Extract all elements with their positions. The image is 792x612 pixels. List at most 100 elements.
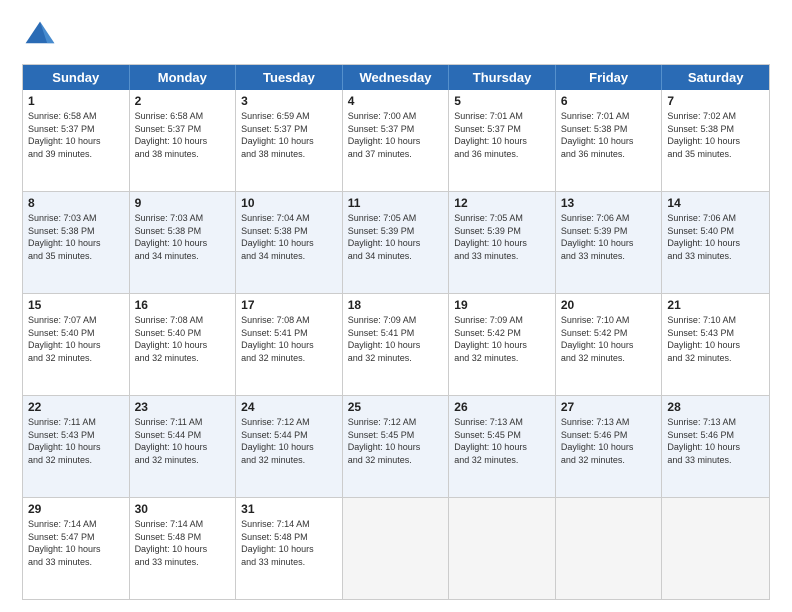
day-number: 17 — [241, 298, 337, 312]
day-number: 2 — [135, 94, 231, 108]
day-number: 24 — [241, 400, 337, 414]
day-info: Sunrise: 7:06 AM Sunset: 5:39 PM Dayligh… — [561, 212, 657, 262]
day-number: 11 — [348, 196, 444, 210]
calendar: SundayMondayTuesdayWednesdayThursdayFrid… — [22, 64, 770, 600]
day-info: Sunrise: 7:13 AM Sunset: 5:46 PM Dayligh… — [561, 416, 657, 466]
day-number: 4 — [348, 94, 444, 108]
weekday-header-thursday: Thursday — [449, 65, 556, 90]
logo-icon — [22, 18, 58, 54]
day-number: 9 — [135, 196, 231, 210]
day-info: Sunrise: 7:12 AM Sunset: 5:44 PM Dayligh… — [241, 416, 337, 466]
day-info: Sunrise: 7:07 AM Sunset: 5:40 PM Dayligh… — [28, 314, 124, 364]
day-number: 13 — [561, 196, 657, 210]
calendar-cell-24: 24 Sunrise: 7:12 AM Sunset: 5:44 PM Dayli… — [236, 396, 343, 497]
day-info: Sunrise: 7:13 AM Sunset: 5:46 PM Dayligh… — [667, 416, 764, 466]
calendar-cell-18: 18Sunrise: 7:09 AM Sunset: 5:41 PM Dayli… — [343, 294, 450, 395]
day-number: 27 — [561, 400, 657, 414]
calendar-cell-5: 5 Sunrise: 7:01 AM Sunset: 5:37 PM Daylig… — [449, 90, 556, 191]
calendar-cell-8: 8 Sunrise: 7:03 AM Sunset: 5:38 PM Daylig… — [23, 192, 130, 293]
calendar-cell-14: 14 Sunrise: 7:06 AM Sunset: 5:40 PM Dayli… — [662, 192, 769, 293]
day-number: 8 — [28, 196, 124, 210]
calendar-cell-29: 29Sunrise: 7:14 AM Sunset: 5:47 PM Dayli… — [23, 498, 130, 599]
day-number: 7 — [667, 94, 764, 108]
calendar-row-2: 8 Sunrise: 7:03 AM Sunset: 5:38 PM Daylig… — [23, 191, 769, 293]
day-number: 21 — [667, 298, 764, 312]
calendar-cell-empty — [449, 498, 556, 599]
day-info: Sunrise: 7:14 AM Sunset: 5:48 PM Dayligh… — [241, 518, 337, 568]
calendar-cell-30: 30Sunrise: 7:14 AM Sunset: 5:48 PM Dayli… — [130, 498, 237, 599]
day-number: 23 — [135, 400, 231, 414]
weekday-header-saturday: Saturday — [662, 65, 769, 90]
day-number: 6 — [561, 94, 657, 108]
calendar-cell-25: 25 Sunrise: 7:12 AM Sunset: 5:45 PM Dayli… — [343, 396, 450, 497]
day-info: Sunrise: 7:08 AM Sunset: 5:41 PM Dayligh… — [241, 314, 337, 364]
day-info: Sunrise: 6:58 AM Sunset: 5:37 PM Dayligh… — [135, 110, 231, 160]
calendar-cell-23: 23 Sunrise: 7:11 AM Sunset: 5:44 PM Dayli… — [130, 396, 237, 497]
day-info: Sunrise: 7:01 AM Sunset: 5:38 PM Dayligh… — [561, 110, 657, 160]
calendar-cell-empty — [662, 498, 769, 599]
calendar-row-5: 29Sunrise: 7:14 AM Sunset: 5:47 PM Dayli… — [23, 497, 769, 599]
day-info: Sunrise: 7:14 AM Sunset: 5:48 PM Dayligh… — [135, 518, 231, 568]
day-info: Sunrise: 7:12 AM Sunset: 5:45 PM Dayligh… — [348, 416, 444, 466]
calendar-row-1: 1Sunrise: 6:58 AM Sunset: 5:37 PM Daylig… — [23, 90, 769, 191]
calendar-row-3: 15 Sunrise: 7:07 AM Sunset: 5:40 PM Dayli… — [23, 293, 769, 395]
day-number: 14 — [667, 196, 764, 210]
calendar-cell-28: 28 Sunrise: 7:13 AM Sunset: 5:46 PM Dayli… — [662, 396, 769, 497]
day-info: Sunrise: 7:03 AM Sunset: 5:38 PM Dayligh… — [28, 212, 124, 262]
day-number: 20 — [561, 298, 657, 312]
calendar-cell-20: 20 Sunrise: 7:10 AM Sunset: 5:42 PM Dayli… — [556, 294, 663, 395]
day-info: Sunrise: 7:06 AM Sunset: 5:40 PM Dayligh… — [667, 212, 764, 262]
calendar-body: 1Sunrise: 6:58 AM Sunset: 5:37 PM Daylig… — [23, 90, 769, 599]
day-info: Sunrise: 7:08 AM Sunset: 5:40 PM Dayligh… — [135, 314, 231, 364]
day-number: 10 — [241, 196, 337, 210]
calendar-cell-22: 22 Sunrise: 7:11 AM Sunset: 5:43 PM Dayli… — [23, 396, 130, 497]
day-info: Sunrise: 7:05 AM Sunset: 5:39 PM Dayligh… — [454, 212, 550, 262]
day-info: Sunrise: 7:10 AM Sunset: 5:43 PM Dayligh… — [667, 314, 764, 364]
calendar-cell-3: 3 Sunrise: 6:59 AM Sunset: 5:37 PM Daylig… — [236, 90, 343, 191]
day-number: 28 — [667, 400, 764, 414]
calendar-cell-empty — [556, 498, 663, 599]
calendar-cell-27: 27 Sunrise: 7:13 AM Sunset: 5:46 PM Dayli… — [556, 396, 663, 497]
day-info: Sunrise: 7:11 AM Sunset: 5:44 PM Dayligh… — [135, 416, 231, 466]
header — [22, 18, 770, 54]
day-info: Sunrise: 6:58 AM Sunset: 5:37 PM Dayligh… — [28, 110, 124, 160]
calendar-cell-21: 21 Sunrise: 7:10 AM Sunset: 5:43 PM Dayli… — [662, 294, 769, 395]
day-number: 5 — [454, 94, 550, 108]
day-number: 25 — [348, 400, 444, 414]
weekday-header-monday: Monday — [130, 65, 237, 90]
day-info: Sunrise: 7:02 AM Sunset: 5:38 PM Dayligh… — [667, 110, 764, 160]
day-number: 3 — [241, 94, 337, 108]
day-info: Sunrise: 7:10 AM Sunset: 5:42 PM Dayligh… — [561, 314, 657, 364]
page: SundayMondayTuesdayWednesdayThursdayFrid… — [0, 0, 792, 612]
day-info: Sunrise: 6:59 AM Sunset: 5:37 PM Dayligh… — [241, 110, 337, 160]
day-info: Sunrise: 7:09 AM Sunset: 5:42 PM Dayligh… — [454, 314, 550, 364]
day-number: 31 — [241, 502, 337, 516]
weekday-header-wednesday: Wednesday — [343, 65, 450, 90]
calendar-cell-19: 19Sunrise: 7:09 AM Sunset: 5:42 PM Dayli… — [449, 294, 556, 395]
calendar-cell-2: 2 Sunrise: 6:58 AM Sunset: 5:37 PM Daylig… — [130, 90, 237, 191]
calendar-cell-11: 11Sunrise: 7:05 AM Sunset: 5:39 PM Dayli… — [343, 192, 450, 293]
day-number: 12 — [454, 196, 550, 210]
day-info: Sunrise: 7:01 AM Sunset: 5:37 PM Dayligh… — [454, 110, 550, 160]
calendar-cell-17: 17 Sunrise: 7:08 AM Sunset: 5:41 PM Dayli… — [236, 294, 343, 395]
logo — [22, 18, 62, 54]
calendar-cell-6: 6 Sunrise: 7:01 AM Sunset: 5:38 PM Daylig… — [556, 90, 663, 191]
day-info: Sunrise: 7:14 AM Sunset: 5:47 PM Dayligh… — [28, 518, 124, 568]
day-info: Sunrise: 7:11 AM Sunset: 5:43 PM Dayligh… — [28, 416, 124, 466]
calendar-cell-9: 9Sunrise: 7:03 AM Sunset: 5:38 PM Daylig… — [130, 192, 237, 293]
calendar-cell-16: 16Sunrise: 7:08 AM Sunset: 5:40 PM Dayli… — [130, 294, 237, 395]
calendar-header: SundayMondayTuesdayWednesdayThursdayFrid… — [23, 65, 769, 90]
day-number: 22 — [28, 400, 124, 414]
day-info: Sunrise: 7:13 AM Sunset: 5:45 PM Dayligh… — [454, 416, 550, 466]
calendar-cell-13: 13 Sunrise: 7:06 AM Sunset: 5:39 PM Dayli… — [556, 192, 663, 293]
day-info: Sunrise: 7:00 AM Sunset: 5:37 PM Dayligh… — [348, 110, 444, 160]
day-number: 26 — [454, 400, 550, 414]
calendar-row-4: 22 Sunrise: 7:11 AM Sunset: 5:43 PM Dayli… — [23, 395, 769, 497]
calendar-cell-10: 10 Sunrise: 7:04 AM Sunset: 5:38 PM Dayli… — [236, 192, 343, 293]
weekday-header-friday: Friday — [556, 65, 663, 90]
day-info: Sunrise: 7:09 AM Sunset: 5:41 PM Dayligh… — [348, 314, 444, 364]
day-number: 15 — [28, 298, 124, 312]
calendar-cell-7: 7 Sunrise: 7:02 AM Sunset: 5:38 PM Daylig… — [662, 90, 769, 191]
calendar-cell-15: 15 Sunrise: 7:07 AM Sunset: 5:40 PM Dayli… — [23, 294, 130, 395]
day-info: Sunrise: 7:04 AM Sunset: 5:38 PM Dayligh… — [241, 212, 337, 262]
